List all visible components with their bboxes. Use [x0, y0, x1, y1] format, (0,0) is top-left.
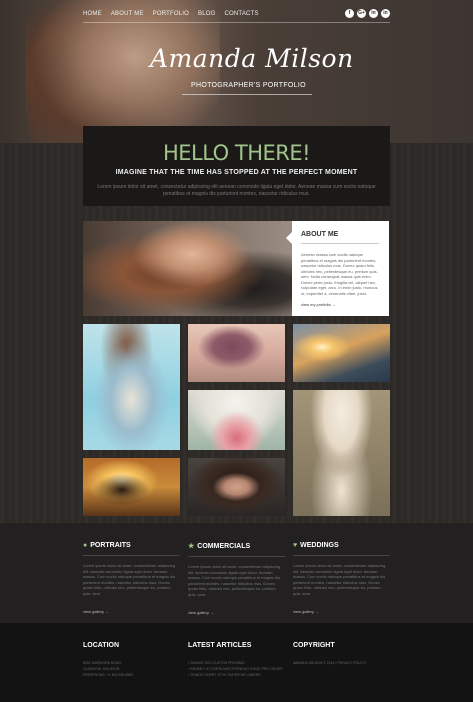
category-title: PORTRAITS	[90, 542, 131, 549]
category-text: Lorem ipsum dolor sit amet, consectetuer…	[293, 563, 386, 596]
footer-lines: AMANDA MILSON © 2014 | PRIVACY POLICY	[293, 660, 390, 666]
gallery-photo-umbrella[interactable]	[188, 390, 285, 450]
gallery-photo-hat[interactable]	[293, 390, 390, 516]
nav-divider	[83, 22, 390, 23]
view-gallery-link[interactable]: view gallery →	[293, 609, 390, 614]
nav-about[interactable]: ABOUT ME	[111, 11, 144, 17]
category-title: WEDDINGS	[300, 542, 339, 549]
intro-tagline: IMAGINE THAT THE TIME HAS STOPPED AT THE…	[115, 169, 358, 176]
gallery-photo-sunset[interactable]	[293, 324, 390, 382]
category-divider	[188, 556, 285, 557]
footer-heading: LOCATION	[83, 642, 120, 649]
nav-portfolio[interactable]: PORTFOLIO	[153, 11, 189, 17]
about-text: Aenean massa cum sociis natoque penatibu…	[301, 252, 378, 296]
view-gallery-link[interactable]: view gallery →	[83, 609, 180, 614]
footer-copyright: COPYRIGHT AMANDA MILSON © 2014 | PRIVACY…	[293, 642, 390, 666]
main-nav: HOME ABOUT ME PORTFOLIO BLOG CONTACTS	[83, 11, 259, 17]
intro-text: Lorem ipsum dolor sit amet, consectetur …	[97, 184, 376, 197]
nav-home[interactable]: HOME	[83, 11, 102, 17]
subtitle-divider	[182, 94, 312, 95]
person-icon: ●	[83, 542, 88, 549]
category-weddings: ♥ WEDDINGS Lorem ipsum dolor sit amet, co…	[293, 542, 390, 614]
gallery-photo-tree[interactable]	[188, 324, 285, 382]
hero-banner: HOME ABOUT ME PORTFOLIO BLOG CONTACTS f …	[0, 0, 473, 143]
gallery-photo-curly[interactable]	[188, 458, 285, 516]
view-gallery-link[interactable]: view gallery →	[188, 610, 285, 615]
nav-contacts[interactable]: CONTACTS	[225, 11, 259, 17]
linkedin-icon[interactable]: in	[369, 9, 378, 18]
linkedin-icon-2[interactable]: in	[381, 9, 390, 18]
category-title: COMMERCIALS	[197, 542, 251, 550]
footer-heading: LATEST ARTICLES	[188, 642, 252, 649]
footer: LOCATION 8901 MARMORA ROAD, GLASGOW, D04…	[0, 623, 473, 702]
category-divider	[293, 555, 390, 556]
google-plus-icon[interactable]: G+	[357, 9, 366, 18]
footer-line: FREEPHONE: +1 800 559 6580	[83, 673, 134, 677]
category-commercials: ★ COMMERCIALS Lorem ipsum dolor sit amet,…	[188, 542, 285, 615]
about-portfolio-link[interactable]: view my portfolio →	[301, 302, 336, 307]
intro-headline: HELLO THERE!	[162, 141, 311, 165]
social-links: f G+ in in	[345, 9, 390, 18]
about-card: ABOUT ME Aenean massa cum sociis natoque…	[292, 221, 389, 316]
featured-photo[interactable]	[83, 221, 292, 316]
gallery-photo-dress[interactable]	[83, 324, 180, 450]
heart-icon: ♥	[293, 542, 298, 549]
site-title: Amanda Milson	[150, 44, 354, 73]
about-divider	[301, 243, 379, 244]
category-heading: ● PORTRAITS	[83, 542, 180, 549]
intro-box: HELLO THERE! IMAGINE THAT THE TIME HAS S…	[83, 126, 390, 206]
category-portraits: ● PORTRAITS Lorem ipsum dolor sit amet, c…	[83, 542, 180, 614]
footer-articles: LATEST ARTICLES • SUMMIT DEL CUSTOS PROX…	[188, 642, 285, 678]
footer-lines: • SUMMIT DEL CUSTOS PROXIMO • RHONEY IE …	[188, 660, 285, 678]
footer-lines: 8901 MARMORA ROAD, GLASGOW, D04 89GR. FR…	[83, 660, 180, 678]
article-link[interactable]: • TRINOS ODERT STYE SUPER DE LABORS	[188, 672, 285, 678]
category-heading: ♥ WEDDINGS	[293, 542, 390, 549]
category-divider	[83, 555, 180, 556]
category-text: Lorem ipsum dolor sit amet, consectetuer…	[83, 563, 176, 596]
categories-section: ● PORTRAITS Lorem ipsum dolor sit amet, c…	[0, 523, 473, 623]
about-heading: ABOUT ME	[301, 231, 339, 238]
footer-location: LOCATION 8901 MARMORA ROAD, GLASGOW, D04…	[83, 642, 180, 678]
nav-blog[interactable]: BLOG	[198, 11, 215, 17]
category-heading: ★ COMMERCIALS	[188, 542, 285, 551]
gallery-photo-couple[interactable]	[83, 458, 180, 516]
star-icon: ★	[188, 543, 195, 550]
copyright-text: AMANDA MILSON © 2014 | PRIVACY POLICY	[293, 661, 367, 665]
footer-heading: COPYRIGHT	[293, 642, 335, 649]
facebook-icon[interactable]: f	[345, 9, 354, 18]
site-subtitle: PHOTOGRAPHER'S PORTFOLIO	[191, 82, 306, 89]
category-text: Lorem ipsum dolor sit amet, consectetuer…	[188, 564, 281, 597]
